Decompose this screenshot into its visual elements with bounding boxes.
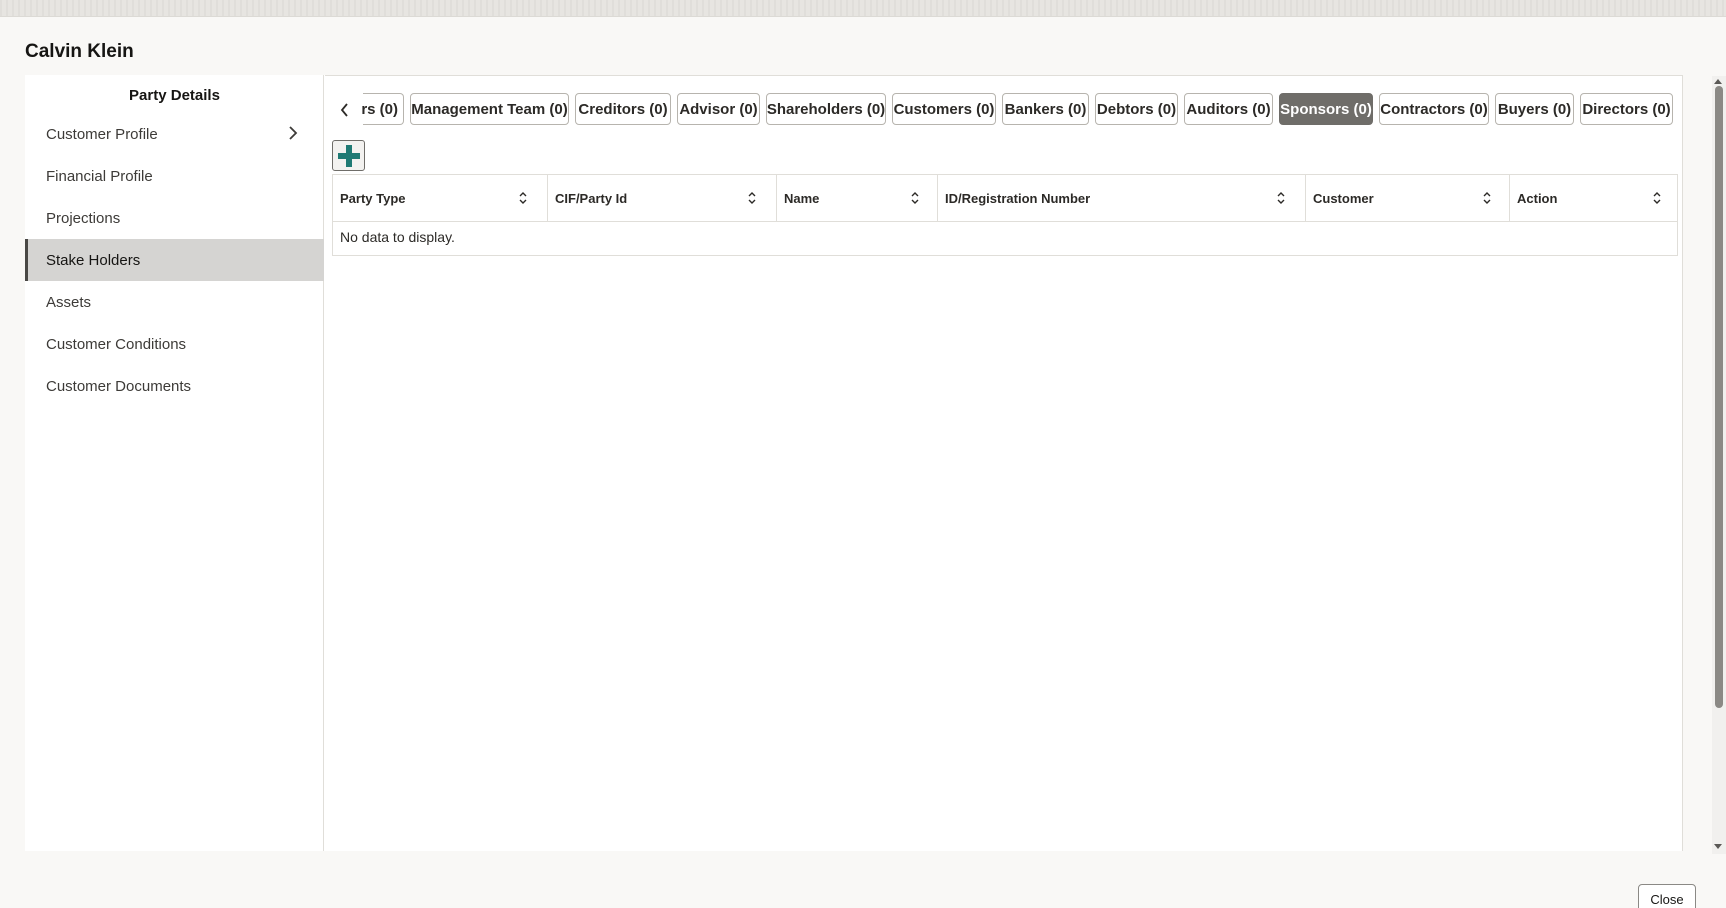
sidebar: Party Details Customer Profile Financial…	[25, 75, 324, 851]
sort-icon[interactable]	[747, 191, 757, 205]
sort-icon[interactable]	[1652, 191, 1662, 205]
chevron-left-icon[interactable]	[337, 101, 353, 119]
tab-debtors[interactable]: Debtors (0)	[1095, 93, 1178, 125]
add-stakeholder-button[interactable]	[332, 140, 365, 171]
tab-advisor[interactable]: Advisor (0)	[677, 93, 760, 125]
scroll-down-arrow-icon[interactable]	[1713, 843, 1723, 851]
tab-customers[interactable]: Customers (0)	[892, 93, 996, 125]
sidebar-header: Party Details	[129, 87, 220, 104]
sidebar-item-label: Assets	[46, 293, 92, 311]
sidebar-item-assets[interactable]: Assets	[25, 281, 324, 323]
tab-auditors[interactable]: Auditors (0)	[1184, 93, 1273, 125]
sort-icon[interactable]	[1482, 191, 1492, 205]
plus-icon	[337, 144, 360, 167]
tab-partial[interactable]: rs (0)	[361, 93, 404, 125]
sidebar-item-projections[interactable]: Projections	[25, 197, 324, 239]
tab-sponsors[interactable]: Sponsors (0)	[1279, 93, 1373, 125]
sidebar-item-customer-conditions[interactable]: Customer Conditions	[25, 323, 324, 365]
sort-icon[interactable]	[1276, 191, 1286, 205]
tab-directors[interactable]: Directors (0)	[1580, 93, 1673, 125]
tab-creditors[interactable]: Creditors (0)	[575, 93, 671, 125]
sidebar-item-label: Financial Profile	[46, 167, 153, 185]
sidebar-item-stake-holders[interactable]: Stake Holders	[25, 239, 324, 281]
sort-icon[interactable]	[910, 191, 920, 205]
party-details-dialog: Calvin Klein Party Details Customer Prof…	[0, 17, 1726, 908]
sidebar-item-label: Customer Documents	[46, 377, 192, 395]
tab-management-team[interactable]: Management Team (0)	[410, 93, 569, 125]
column-header-cif-party-id[interactable]: CIF/Party Id	[547, 175, 776, 221]
sidebar-item-customer-documents[interactable]: Customer Documents	[25, 365, 324, 407]
table-header: Party Type CIF/Party Id Name ID/Registra…	[333, 175, 1677, 222]
stakeholder-tabs: rs (0) Management Team (0) Creditors (0)…	[325, 93, 1683, 125]
browser-top-strip	[0, 0, 1726, 17]
column-header-action[interactable]: Action	[1509, 175, 1677, 221]
sidebar-item-label: Stake Holders	[46, 251, 141, 269]
sidebar-item-customer-profile[interactable]: Customer Profile	[25, 113, 324, 155]
tab-buyers[interactable]: Buyers (0)	[1495, 93, 1574, 125]
chevron-right-icon	[289, 126, 298, 140]
stakeholders-table: Party Type CIF/Party Id Name ID/Registra…	[332, 174, 1678, 256]
dialog-title: Calvin Klein	[25, 41, 134, 62]
close-button[interactable]: Close	[1638, 884, 1696, 908]
dialog-content-panel: Party Details Customer Profile Financial…	[25, 75, 1683, 851]
stakeholders-main: rs (0) Management Team (0) Creditors (0)…	[325, 75, 1683, 851]
tab-bankers[interactable]: Bankers (0)	[1002, 93, 1089, 125]
column-header-customer[interactable]: Customer	[1305, 175, 1509, 221]
scrollbar-thumb[interactable]	[1715, 86, 1723, 708]
tab-shareholders[interactable]: Shareholders (0)	[766, 93, 886, 125]
column-header-id-registration-number[interactable]: ID/Registration Number	[937, 175, 1305, 221]
sidebar-item-financial-profile[interactable]: Financial Profile	[25, 155, 324, 197]
sidebar-item-label: Customer Profile	[46, 125, 158, 143]
sidebar-item-label: Customer Conditions	[46, 335, 187, 353]
column-header-party-type[interactable]: Party Type	[333, 175, 547, 221]
sort-icon[interactable]	[518, 191, 528, 205]
sidebar-item-label: Projections	[46, 209, 121, 227]
scroll-up-arrow-icon[interactable]	[1713, 77, 1723, 85]
no-data-message: No data to display.	[340, 229, 455, 245]
tab-contractors[interactable]: Contractors (0)	[1379, 93, 1489, 125]
column-header-name[interactable]: Name	[776, 175, 937, 221]
